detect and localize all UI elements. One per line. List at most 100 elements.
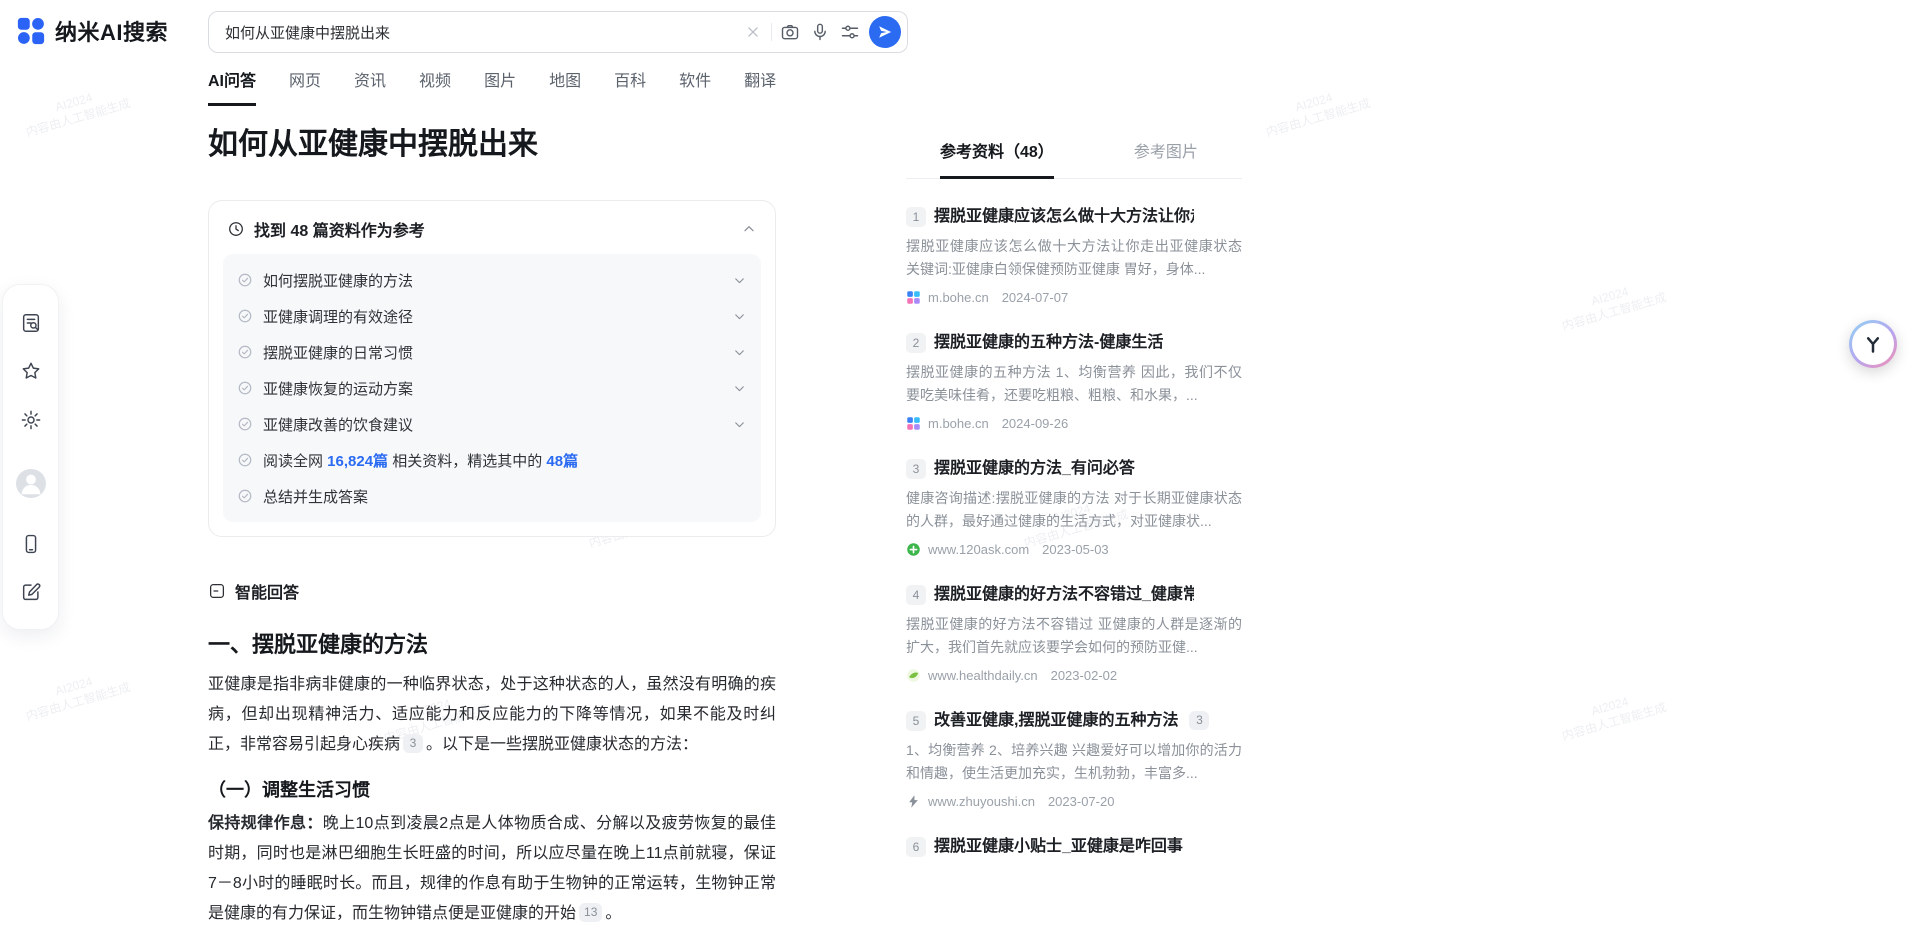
tab-software[interactable]: 软件 bbox=[679, 67, 711, 106]
process-step[interactable]: 如何摆脱亚健康的方法 bbox=[237, 262, 747, 298]
tab-videos[interactable]: 视频 bbox=[419, 67, 451, 106]
app-title: 纳米AI搜索 bbox=[55, 15, 168, 47]
smart-answer-label: 智能回答 bbox=[235, 579, 299, 603]
feedback-edit-icon[interactable] bbox=[19, 580, 43, 604]
mobile-app-icon[interactable] bbox=[19, 532, 43, 556]
citation-badge[interactable]: 13 bbox=[579, 903, 602, 922]
tab-reference-images[interactable]: 参考图片 bbox=[1134, 138, 1198, 178]
search-input[interactable] bbox=[225, 24, 738, 41]
tab-translate[interactable]: 翻译 bbox=[744, 67, 776, 106]
process-card-title: 找到 48 篇资料作为参考 bbox=[254, 217, 425, 241]
reference-number-badge: 4 bbox=[906, 585, 926, 605]
chevron-down-icon[interactable] bbox=[732, 345, 747, 360]
process-final-label: 总结并生成答案 bbox=[263, 486, 368, 507]
reference-item[interactable]: 2 摆脱亚健康的五种方法-健康生活 摆脱亚健康的五种方法 1、均衡营养 因此，我… bbox=[906, 332, 1242, 431]
tab-webpages[interactable]: 网页 bbox=[289, 67, 321, 106]
tab-news[interactable]: 资讯 bbox=[354, 67, 386, 106]
reference-title-row[interactable]: 1 摆脱亚健康应该怎么做十大方法让你走... bbox=[906, 206, 1242, 227]
tab-ai-qa[interactable]: AI问答 bbox=[208, 67, 256, 106]
watermark: AI2024内容由人工智能生成 bbox=[1260, 80, 1373, 141]
process-step-label: 亚健康恢复的运动方案 bbox=[263, 378, 413, 399]
reference-title[interactable]: 摆脱亚健康的好方法不容错过_健康常识 bbox=[934, 584, 1194, 605]
process-card-header[interactable]: 找到 48 篇资料作为参考 bbox=[223, 217, 761, 241]
reference-meta: www.120ask.com 2023-05-03 bbox=[906, 542, 1242, 557]
chevron-up-icon[interactable] bbox=[741, 221, 757, 237]
assistant-float-button[interactable] bbox=[1849, 320, 1897, 368]
reference-number-badge: 2 bbox=[906, 333, 926, 353]
reference-number-badge: 1 bbox=[906, 207, 926, 227]
reference-title-row[interactable]: 4 摆脱亚健康的好方法不容错过_健康常识 bbox=[906, 584, 1242, 605]
smart-answer-header: 智能回答 bbox=[208, 579, 776, 603]
reference-item[interactable]: 5 改善亚健康,摆脱亚健康的五种方法 3 1、均衡营养 2、培养兴趣 兴趣爱好可… bbox=[906, 710, 1242, 809]
app-logo[interactable]: 纳米AI搜索 bbox=[16, 15, 168, 47]
references-tabs: 参考资料（48） 参考图片 bbox=[906, 138, 1242, 179]
check-circle-icon bbox=[237, 452, 253, 468]
chevron-down-icon[interactable] bbox=[732, 273, 747, 288]
clear-icon[interactable] bbox=[738, 17, 768, 47]
process-step[interactable]: 亚健康改善的饮食建议 bbox=[237, 406, 747, 442]
reference-number-badge: 5 bbox=[906, 711, 926, 731]
reference-source: m.bohe.cn bbox=[928, 416, 989, 431]
site-favicon-icon bbox=[906, 542, 921, 557]
watermark: AI2024内容由人工智能生成 bbox=[20, 80, 133, 141]
answer-paragraph: 保持规律作息：晚上10点到凌晨2点是人体物质合成、分解以及疲劳恢复的最佳时期，同… bbox=[208, 809, 776, 929]
reference-title[interactable]: 摆脱亚健康的方法_有问必答 bbox=[934, 458, 1135, 479]
watermark: AI2024内容由人工智能生成 bbox=[20, 664, 133, 725]
reference-item[interactable]: 4 摆脱亚健康的好方法不容错过_健康常识 摆脱亚健康的好方法不容错过 亚健康的人… bbox=[906, 584, 1242, 683]
progress-clock-icon bbox=[227, 220, 245, 238]
history-icon[interactable] bbox=[19, 311, 43, 335]
reference-title-row[interactable]: 2 摆脱亚健康的五种方法-健康生活 bbox=[906, 332, 1242, 353]
reference-source: www.120ask.com bbox=[928, 542, 1029, 557]
search-submit-button[interactable] bbox=[869, 16, 901, 48]
reference-date: 2023-07-20 bbox=[1048, 794, 1115, 809]
process-step[interactable]: 亚健康调理的有效途径 bbox=[237, 298, 747, 334]
citation-badge[interactable]: 3 bbox=[403, 734, 423, 753]
process-final-row: 总结并生成答案 bbox=[237, 478, 747, 514]
process-step-label: 摆脱亚健康的日常习惯 bbox=[263, 342, 413, 363]
reference-date: 2023-02-02 bbox=[1051, 668, 1118, 683]
chevron-down-icon[interactable] bbox=[732, 309, 747, 324]
reference-date: 2023-05-03 bbox=[1042, 542, 1109, 557]
references-panel: 参考资料（48） 参考图片 1 摆脱亚健康应该怎么做十大方法让你走... 摆脱亚… bbox=[906, 138, 1242, 857]
reference-title[interactable]: 摆脱亚健康应该怎么做十大方法让你走... bbox=[934, 206, 1194, 227]
citation-badge[interactable]: 3 bbox=[1189, 711, 1209, 730]
reference-snippet: 1、均衡营养 2、培养兴趣 兴趣爱好可以增加你的活力和情趣，使生活更加充实，生机… bbox=[906, 739, 1242, 785]
reference-item[interactable]: 3 摆脱亚健康的方法_有问必答 健康咨询描述:摆脱亚健康的方法 对于长期亚健康状… bbox=[906, 458, 1242, 557]
process-step[interactable]: 摆脱亚健康的日常习惯 bbox=[237, 334, 747, 370]
reference-title-row[interactable]: 6 摆脱亚健康小贴士_亚健康是咋回事 bbox=[906, 836, 1242, 857]
read-count-selected[interactable]: 48篇 bbox=[546, 453, 578, 470]
reference-number-badge: 3 bbox=[906, 459, 926, 479]
filter-sliders-icon[interactable] bbox=[835, 17, 865, 47]
check-circle-icon bbox=[237, 416, 253, 432]
site-favicon-icon bbox=[906, 668, 921, 683]
reference-title[interactable]: 摆脱亚健康的五种方法-健康生活 bbox=[934, 332, 1163, 353]
answer-paragraph: 亚健康是指非病非健康的一种临界状态，处于这种状态的人，虽然没有明确的疾病，但却出… bbox=[208, 670, 776, 760]
favorites-star-icon[interactable] bbox=[19, 360, 43, 384]
reference-meta: www.healthdaily.cn 2023-02-02 bbox=[906, 668, 1242, 683]
reference-item[interactable]: 6 摆脱亚健康小贴士_亚健康是咋回事 bbox=[906, 836, 1242, 857]
reference-title-row[interactable]: 3 摆脱亚健康的方法_有问必答 bbox=[906, 458, 1242, 479]
settings-gear-icon[interactable] bbox=[19, 408, 43, 432]
reference-title[interactable]: 摆脱亚健康小贴士_亚健康是咋回事 bbox=[934, 836, 1183, 857]
search-bar[interactable] bbox=[208, 11, 908, 53]
search-divider bbox=[771, 23, 772, 41]
camera-icon[interactable] bbox=[775, 17, 805, 47]
page-title: 如何从亚健康中摆脱出来 bbox=[208, 124, 776, 166]
reference-item[interactable]: 1 摆脱亚健康应该怎么做十大方法让你走... 摆脱亚健康应该怎么做十大方法让你走… bbox=[906, 206, 1242, 305]
microphone-icon[interactable] bbox=[805, 17, 835, 47]
process-step[interactable]: 亚健康恢复的运动方案 bbox=[237, 370, 747, 406]
reference-snippet: 摆脱亚健康的好方法不容错过 亚健康的人群是逐渐的扩大，我们首先就应该要学会如何的… bbox=[906, 613, 1242, 659]
check-circle-icon bbox=[237, 488, 253, 504]
chevron-down-icon[interactable] bbox=[732, 417, 747, 432]
tab-images[interactable]: 图片 bbox=[484, 67, 516, 106]
reference-title[interactable]: 改善亚健康,摆脱亚健康的五种方法 bbox=[934, 710, 1178, 731]
reference-title-row[interactable]: 5 改善亚健康,摆脱亚健康的五种方法 3 bbox=[906, 710, 1242, 731]
tab-references[interactable]: 参考资料（48） bbox=[940, 138, 1054, 179]
read-count-total[interactable]: 16,824篇 bbox=[327, 453, 388, 470]
chevron-down-icon[interactable] bbox=[732, 381, 747, 396]
tab-baike[interactable]: 百科 bbox=[614, 67, 646, 106]
tab-maps[interactable]: 地图 bbox=[549, 67, 581, 106]
site-favicon-icon bbox=[906, 290, 921, 305]
user-avatar[interactable] bbox=[16, 469, 46, 498]
check-circle-icon bbox=[237, 272, 253, 288]
